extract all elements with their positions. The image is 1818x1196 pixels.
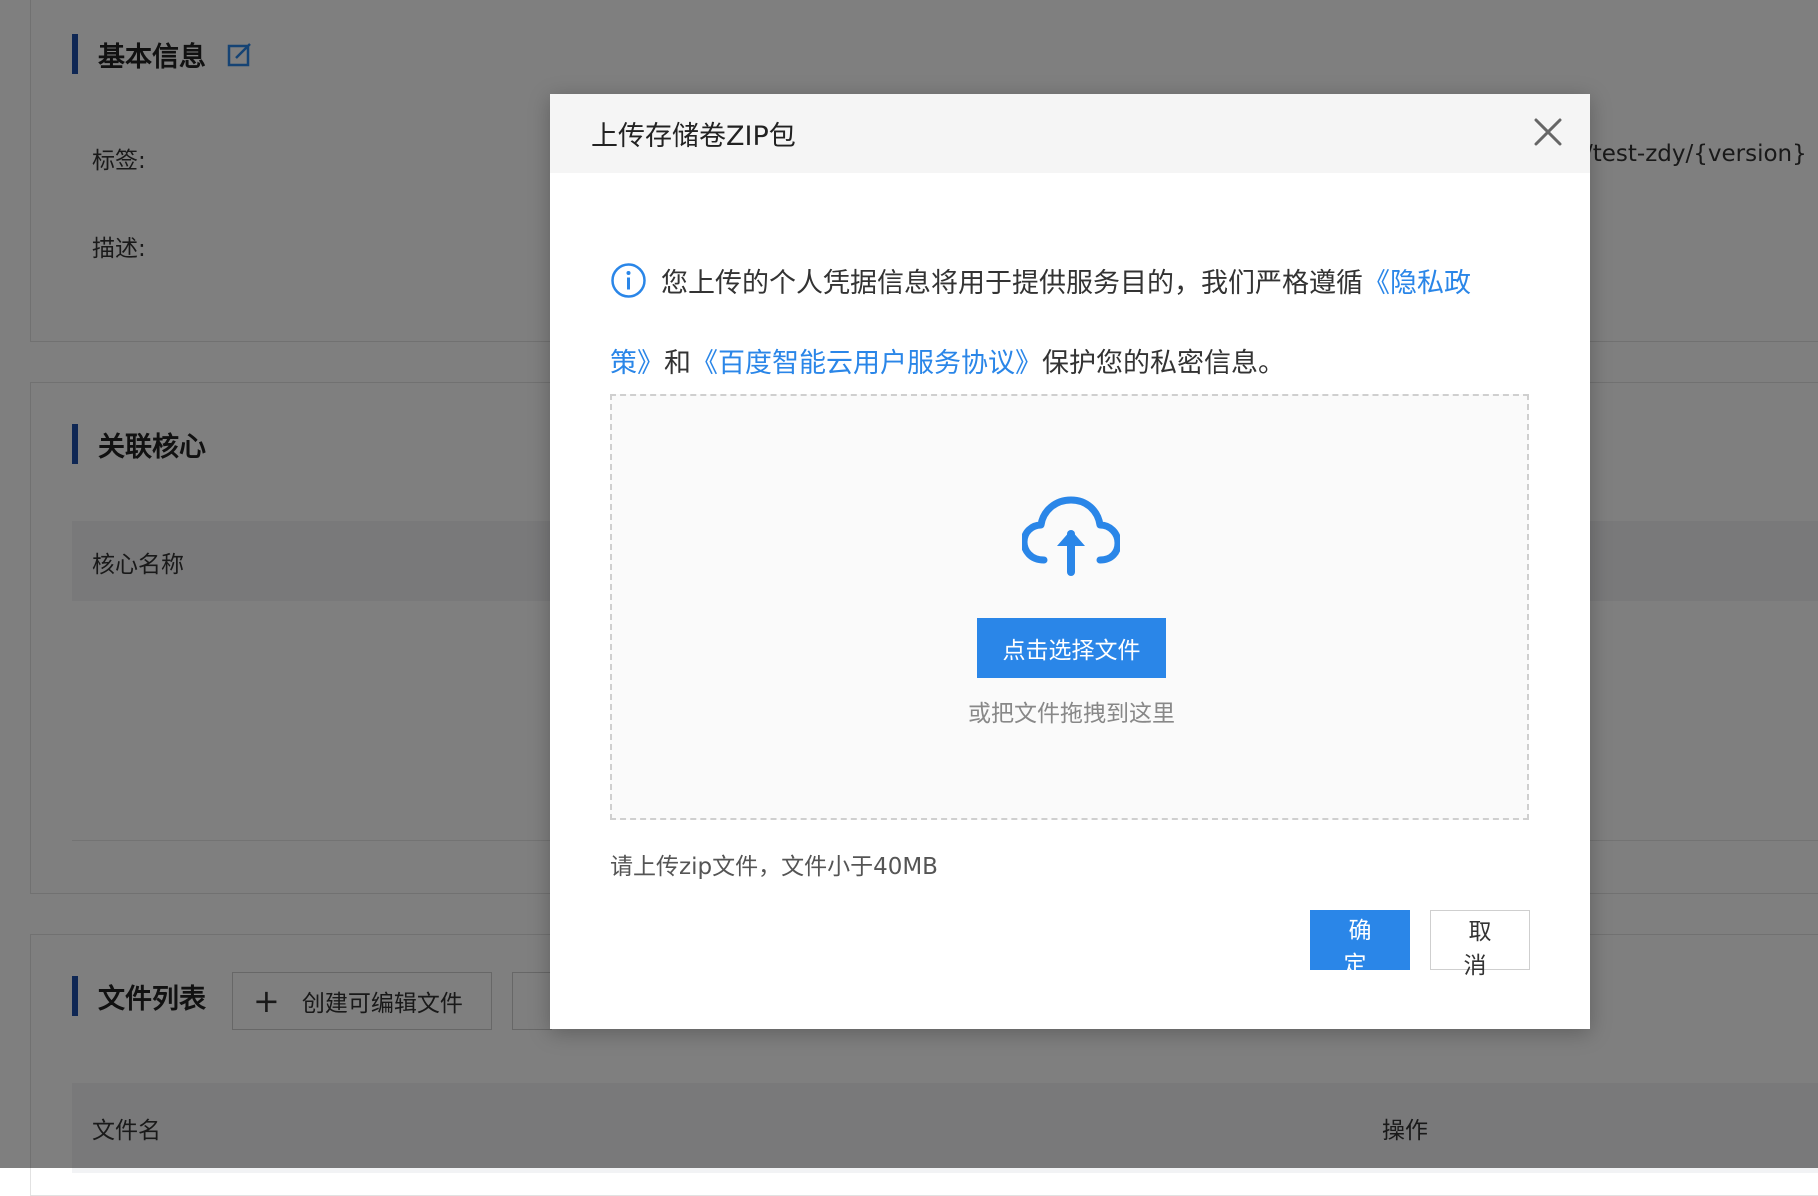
drag-hint: 或把文件拖拽到这里 (968, 701, 1175, 727)
dialog-header: 上传存储卷ZIP包 (550, 94, 1590, 173)
dialog-title: 上传存储卷ZIP包 (591, 121, 796, 152)
upload-zip-dialog: 上传存储卷ZIP包 您上传的个人凭据信息将用于提供服务目的，我们严格遵循《隐私政… (550, 94, 1590, 1029)
cloud-upload-icon (1022, 496, 1120, 576)
close-icon[interactable] (1532, 116, 1564, 148)
notice-text-and: 和 (664, 348, 691, 379)
confirm-button[interactable]: 确 定 (1310, 910, 1410, 978)
file-drop-zone[interactable]: 点击选择文件 或把文件拖拽到这里 (610, 394, 1529, 820)
notice-text-after: 保护您的私密信息。 (1042, 348, 1285, 379)
info-icon (611, 263, 646, 298)
notice-text-before: 您上传的个人凭据信息将用于提供服务目的，我们严格遵循 (661, 268, 1363, 299)
upload-hint: 请上传zip文件，文件小于40MB (610, 854, 938, 880)
cancel-button[interactable]: 取 消 (1430, 910, 1530, 979)
select-file-button[interactable]: 点击选择文件 (977, 618, 1166, 678)
user-agreement-link[interactable]: 《百度智能云用户服务协议》 (691, 348, 1042, 379)
privacy-notice: 您上传的个人凭据信息将用于提供服务目的，我们严格遵循《隐私政策》和《百度智能云用… (610, 244, 1510, 404)
